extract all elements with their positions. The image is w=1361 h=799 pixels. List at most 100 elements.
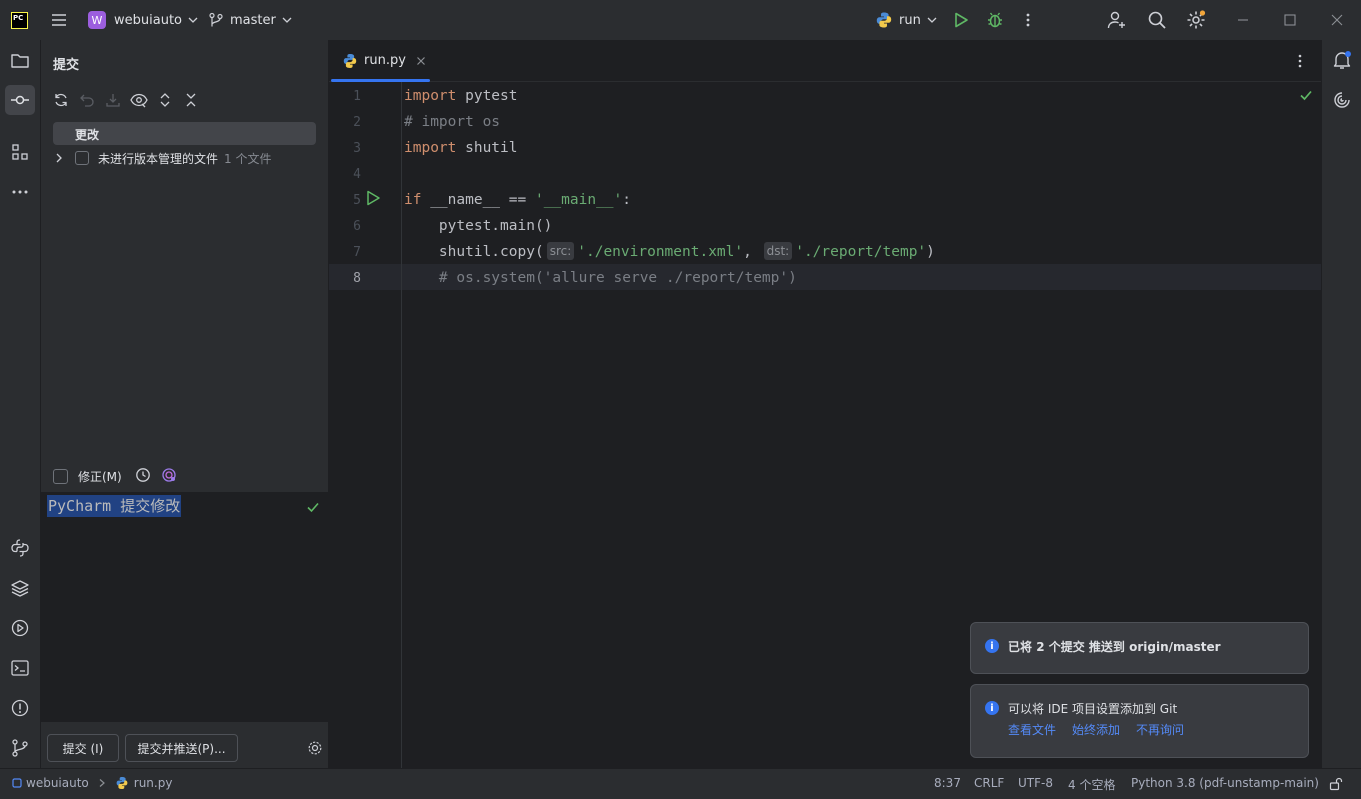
commit-button[interactable]: 提交 (I) xyxy=(47,734,119,762)
rollback-button[interactable] xyxy=(78,91,96,109)
python-file-icon xyxy=(343,53,357,68)
caret-position[interactable]: 8:37 xyxy=(934,776,961,790)
breadcrumb-file[interactable]: run.py xyxy=(134,776,173,790)
run-gutter-button[interactable] xyxy=(365,190,381,210)
breadcrumb-project[interactable]: webuiauto xyxy=(26,776,89,790)
push-notification[interactable]: i 已将 2 个提交 推送到 origin/master xyxy=(970,622,1309,674)
expand-all-button[interactable] xyxy=(156,91,174,109)
run-button[interactable] xyxy=(952,0,970,40)
terminal-icon xyxy=(11,660,29,676)
run-config-name: run xyxy=(899,12,921,28)
git-tool-button[interactable] xyxy=(5,733,35,763)
history-button[interactable] xyxy=(135,467,151,487)
commit-panel: 提交 更改 未进行版本管理的文件 1 个文件 修正(M) PyCharm 提交修… xyxy=(41,40,329,768)
python-file-icon xyxy=(116,777,128,789)
unversioned-checkbox[interactable] xyxy=(75,151,89,165)
terminal-tool-button[interactable] xyxy=(5,653,35,683)
ai-commit-message-button[interactable] xyxy=(161,467,177,487)
code-line-2[interactable]: # import os xyxy=(404,109,500,135)
run-icon xyxy=(367,190,380,206)
unversioned-files-row[interactable]: 未进行版本管理的文件 1 个文件 xyxy=(53,148,271,168)
python-console-icon xyxy=(11,539,29,557)
commit-and-push-button[interactable]: 提交并推送(P)... xyxy=(125,734,238,762)
active-tab-indicator xyxy=(331,79,430,82)
minimize-icon xyxy=(1238,19,1248,21)
indent-setting[interactable]: 4 个空格 xyxy=(1068,776,1115,793)
close-tab-icon[interactable] xyxy=(416,56,426,66)
commit-icon xyxy=(11,95,29,105)
add-user-button[interactable] xyxy=(1107,0,1127,40)
code-line-6[interactable]: pytest.main() xyxy=(404,213,553,239)
branch-selector[interactable]: master xyxy=(208,0,294,40)
changes-label: 更改 xyxy=(75,128,100,142)
notifications-button[interactable] xyxy=(1332,50,1352,74)
commit-tool-button[interactable] xyxy=(5,85,35,115)
problems-tool-button[interactable] xyxy=(5,693,35,723)
lock-open-icon xyxy=(1329,777,1343,791)
amend-label: 修正(M) xyxy=(78,470,122,484)
gear-icon xyxy=(1187,10,1206,29)
shelve-button[interactable] xyxy=(104,91,122,109)
unversioned-label: 未进行版本管理的文件 xyxy=(98,151,219,166)
project-selector[interactable]: W webuiauto xyxy=(88,0,200,40)
search-button[interactable] xyxy=(1147,0,1167,40)
more-vertical-icon xyxy=(1298,54,1302,68)
commit-options-button[interactable] xyxy=(307,740,323,760)
project-badge: W xyxy=(88,11,106,29)
line-separator[interactable]: CRLF xyxy=(974,776,1004,790)
git-settings-notification[interactable]: i 可以将 IDE 项目设置添加到 Git 查看文件 始终添加 不再询问 xyxy=(970,684,1309,758)
code-line-3[interactable]: import shutil xyxy=(404,135,518,161)
structure-tool-button[interactable] xyxy=(5,137,35,167)
code-line-8[interactable]: # os.system('allure serve ./report/temp'… xyxy=(404,265,797,291)
python-icon xyxy=(876,12,892,28)
file-encoding[interactable]: UTF-8 xyxy=(1018,776,1053,790)
changes-group-row[interactable]: 更改 xyxy=(53,122,316,145)
git-notification-title: 可以将 IDE 项目设置添加到 Git xyxy=(1008,702,1178,716)
readonly-toggle[interactable] xyxy=(1329,777,1343,794)
debug-button[interactable] xyxy=(986,0,1004,40)
refresh-button[interactable] xyxy=(52,91,70,109)
line-number: 7 xyxy=(353,245,361,260)
more-tools-button[interactable] xyxy=(5,177,35,207)
code-line-7[interactable]: shutil.copy(src: './environment.xml', dst… xyxy=(404,239,935,265)
line-number-current: 8 xyxy=(353,271,361,286)
minimize-button[interactable] xyxy=(1236,0,1250,40)
pycharm-logo-icon[interactable]: PC xyxy=(11,0,28,40)
chevron-down-icon xyxy=(282,17,292,23)
main-menu-button[interactable] xyxy=(50,0,68,40)
project-tool-button[interactable] xyxy=(5,46,35,76)
python-interpreter[interactable]: Python 3.8 (pdf-unstamp-main) xyxy=(1131,776,1319,790)
python-packages-button[interactable] xyxy=(5,533,35,563)
amend-option[interactable]: 修正(M) xyxy=(53,468,122,485)
maximize-icon xyxy=(1284,14,1296,26)
tab-run-py[interactable]: run.py xyxy=(329,40,430,82)
code-line-5[interactable]: if __name__ == '__main__': xyxy=(404,187,631,213)
commit-message-editor[interactable]: PyCharm 提交修改 xyxy=(41,492,328,722)
collapse-all-button[interactable] xyxy=(182,91,200,109)
ai-assistant-icon xyxy=(1334,92,1350,108)
line-number: 3 xyxy=(353,141,361,156)
settings-button[interactable] xyxy=(1186,0,1206,40)
chevron-right-icon[interactable] xyxy=(53,152,65,164)
layers-tool-button[interactable] xyxy=(5,573,35,603)
code-line-1[interactable]: import pytest xyxy=(404,83,518,109)
check-icon xyxy=(307,502,319,513)
git-branch-icon xyxy=(209,12,223,27)
amend-checkbox[interactable] xyxy=(53,469,68,484)
download-icon xyxy=(106,94,120,107)
maximize-button[interactable] xyxy=(1283,0,1297,40)
close-window-button[interactable] xyxy=(1330,0,1344,40)
services-tool-button[interactable] xyxy=(5,613,35,643)
no-problems-indicator[interactable] xyxy=(1299,88,1313,106)
ai-assistant-button[interactable] xyxy=(1332,90,1352,114)
param-hint-dst: dst: xyxy=(763,242,793,260)
always-add-link[interactable]: 始终添加 xyxy=(1072,721,1120,738)
view-files-link[interactable]: 查看文件 xyxy=(1008,721,1056,738)
view-options-button[interactable] xyxy=(130,91,148,109)
layers-icon xyxy=(11,580,29,597)
more-actions-button[interactable] xyxy=(1021,0,1035,40)
tab-label: run.py xyxy=(364,53,406,68)
editor-options-button[interactable] xyxy=(1295,53,1305,73)
dont-ask-again-link[interactable]: 不再询问 xyxy=(1136,721,1184,738)
run-config-selector[interactable]: run xyxy=(875,0,939,40)
